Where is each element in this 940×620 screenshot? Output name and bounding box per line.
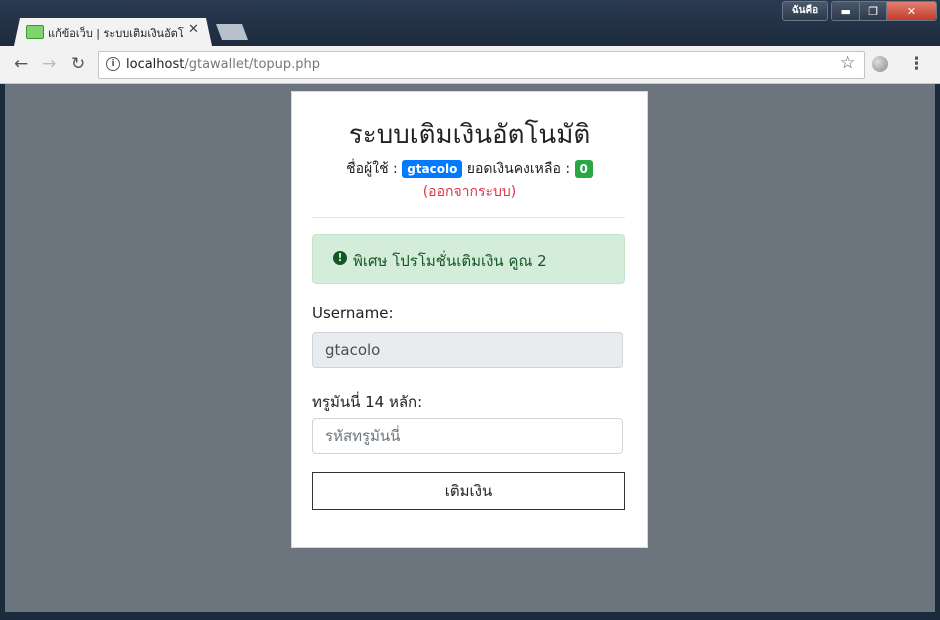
window-bottom-border <box>0 612 940 620</box>
divider <box>312 217 625 218</box>
address-bar[interactable]: i localhost/gtawallet/topup.php ☆ <box>98 51 865 79</box>
close-window-button[interactable]: ✕ <box>886 2 936 20</box>
page-viewport: ระบบเติมเงินอัตโนมัติ ชื่อผู้ใช้ : gtaco… <box>5 84 935 612</box>
truemoney-code-label: ทรูมันนี่ 14 หลัก: <box>312 393 423 411</box>
topup-submit-button[interactable]: เติมเงิน <box>312 472 625 510</box>
promo-alert: ! พิเศษ โปรโมชั่นเติมเงิน คูณ 2 <box>312 234 625 284</box>
topup-card: ระบบเติมเงินอัตโนมัติ ชื่อผู้ใช้ : gtaco… <box>291 91 648 548</box>
exclamation-circle-icon: ! <box>333 251 347 265</box>
username-input[interactable] <box>312 332 623 368</box>
page-title: ระบบเติมเงินอัตโนมัติ <box>348 120 591 150</box>
info-icon[interactable]: i <box>106 57 120 71</box>
browser-toolbar: ← → ↻ i localhost/gtawallet/topup.php ☆ … <box>0 46 940 84</box>
money-icon <box>26 25 44 39</box>
user-label: ชื่อผู้ใช้ : <box>346 161 398 177</box>
logout-link[interactable]: (ออกจากระบบ) <box>292 181 647 203</box>
bookmark-star-icon[interactable]: ☆ <box>840 53 855 73</box>
window-titlebar: ฉันคือ ▬ ❐ ✕ แก้ข้อเว็บ | ระบบเติมเงินอั… <box>0 0 940 46</box>
balance-label: ยอดเงินคงเหลือ : <box>466 161 571 177</box>
menu-icon[interactable]: ⋮ <box>908 54 925 74</box>
balance-badge: 0 <box>574 160 593 178</box>
user-info: ชื่อผู้ใช้ : gtacolo ยอดเงินคงเหลือ : 0 <box>292 158 647 180</box>
browser-tab[interactable]: แก้ข้อเว็บ | ระบบเติมเงินอัตโนมัติ ✕ <box>14 18 212 46</box>
alert-text: พิเศษ โปรโมชั่นเติมเงิน คูณ 2 <box>353 252 547 270</box>
window-controls: ▬ ❐ ✕ <box>831 1 937 21</box>
username-badge: gtacolo <box>402 160 463 178</box>
user-profile-button[interactable]: ฉันคือ <box>782 1 828 21</box>
username-label: Username: <box>312 304 394 322</box>
reload-icon[interactable]: ↻ <box>71 54 85 74</box>
forward-arrow-icon[interactable]: → <box>42 54 56 74</box>
url-text[interactable]: localhost/gtawallet/topup.php <box>126 57 320 72</box>
new-tab-button[interactable] <box>216 24 248 40</box>
back-arrow-icon[interactable]: ← <box>14 54 28 74</box>
minimize-button[interactable]: ▬ <box>832 2 861 20</box>
extension-icon[interactable] <box>872 56 888 72</box>
truemoney-code-input[interactable] <box>312 418 623 454</box>
close-tab-icon[interactable]: ✕ <box>188 22 199 37</box>
tab-title: แก้ข้อเว็บ | ระบบเติมเงินอัตโนมัติ <box>48 27 184 40</box>
maximize-button[interactable]: ❐ <box>860 2 887 20</box>
